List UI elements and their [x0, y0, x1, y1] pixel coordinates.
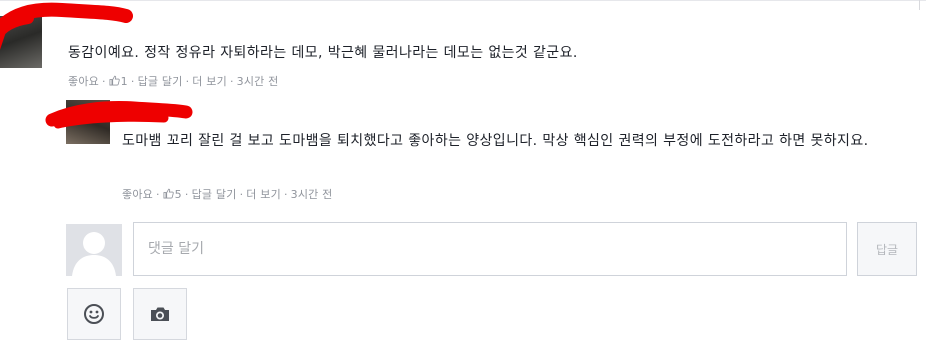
avatar[interactable]: [0, 16, 42, 68]
top-divider: [0, 0, 926, 1]
thumbs-up-icon: [109, 75, 120, 86]
like-count[interactable]: 5: [163, 188, 182, 201]
reply-submit-button[interactable]: 답글: [857, 222, 917, 276]
more-link[interactable]: 더 보기: [246, 188, 281, 201]
reply-input[interactable]: [133, 222, 847, 276]
emoji-button[interactable]: [67, 288, 121, 340]
smiley-icon: [84, 304, 104, 324]
photo-button[interactable]: [133, 288, 187, 340]
like-link[interactable]: 좋아요: [68, 75, 99, 88]
timestamp[interactable]: 3시간 전: [237, 75, 279, 88]
default-avatar-icon: [66, 224, 122, 276]
timestamp[interactable]: 3시간 전: [291, 188, 333, 201]
comment-text: 동감이예요. 정작 정유라 자퇴하라는 데모, 박근혜 물러나라는 데모는 없는…: [68, 45, 578, 61]
comment-text: 도마뱀 꼬리 잘린 걸 보고 도마뱀을 퇴치했다고 좋아하는 양상입니다. 막상…: [122, 133, 869, 149]
like-count-number: 5: [174, 188, 182, 201]
comment-actions: 좋아요 · 1 · 답글 달기 · 더 보기 · 3시간 전: [68, 75, 279, 88]
reply-link[interactable]: 답글 달기: [138, 75, 183, 88]
like-count-number: 1: [120, 75, 128, 88]
right-divider: [919, 0, 920, 10]
camera-icon: [151, 307, 169, 321]
thumbs-up-icon: [163, 188, 174, 199]
like-link[interactable]: 좋아요: [122, 188, 153, 201]
comment-actions: 좋아요 · 5 · 답글 달기 · 더 보기 · 3시간 전: [122, 188, 333, 201]
avatar[interactable]: [66, 100, 110, 144]
reply-link[interactable]: 답글 달기: [192, 188, 237, 201]
like-count[interactable]: 1: [109, 75, 128, 88]
more-link[interactable]: 더 보기: [192, 75, 227, 88]
